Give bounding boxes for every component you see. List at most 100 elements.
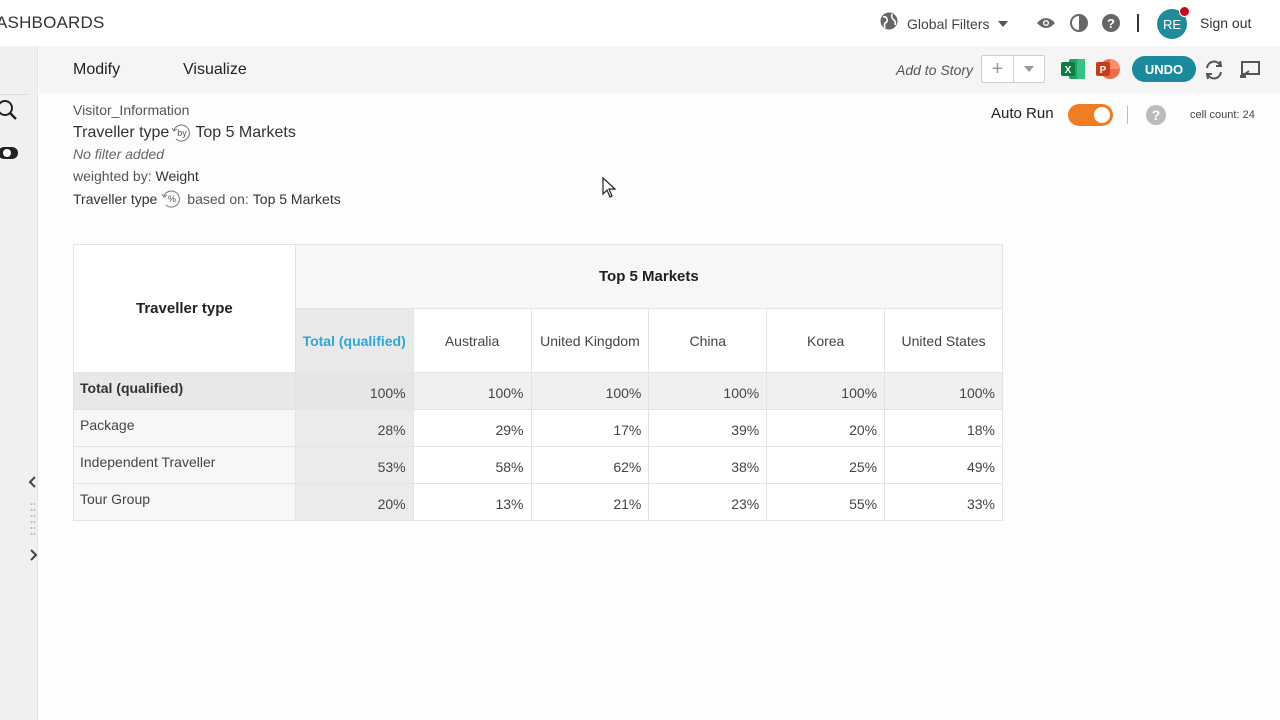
by-icon: by bbox=[171, 122, 193, 144]
analysis-title: Traveller type by Top 5 Markets bbox=[73, 122, 296, 144]
app-title: ASHBOARDS bbox=[0, 13, 105, 32]
svg-text:X: X bbox=[1065, 65, 1072, 76]
cell-count: cell count: 24 bbox=[1190, 109, 1255, 121]
tab-modify[interactable]: Modify bbox=[73, 61, 120, 79]
table-cell: 100% bbox=[294, 372, 414, 410]
table-cell: 18% bbox=[884, 409, 1003, 447]
table-cell: 29% bbox=[412, 409, 532, 447]
weighted-by-label: weighted by: bbox=[73, 168, 152, 184]
controls-divider bbox=[1127, 106, 1128, 124]
dataset-name: Visitor_Information bbox=[73, 102, 190, 118]
weighted-by: weighted by: Weight bbox=[73, 168, 199, 184]
table-cell: 20% bbox=[766, 409, 886, 447]
add-to-story-control: + bbox=[981, 55, 1045, 83]
globe-icon bbox=[879, 11, 899, 36]
row-header[interactable]: Package bbox=[73, 409, 296, 447]
caret-down-icon bbox=[1024, 66, 1034, 72]
percent-icon: % bbox=[161, 188, 183, 210]
presentation-icon[interactable] bbox=[1238, 58, 1262, 82]
filter-status: No filter added bbox=[73, 146, 165, 162]
table-cell: 100% bbox=[412, 372, 532, 410]
sidebar-divider bbox=[0, 94, 28, 95]
help-icon[interactable]: ? bbox=[1101, 13, 1121, 33]
percent-variable: Traveller type bbox=[73, 191, 158, 207]
avatar[interactable]: RE bbox=[1157, 6, 1190, 39]
based-on-label: based on: bbox=[187, 191, 249, 207]
table-cell: 62% bbox=[530, 446, 650, 484]
auto-run-toggle[interactable] bbox=[1068, 104, 1113, 126]
table-cell: 13% bbox=[412, 483, 532, 521]
table-cell: 38% bbox=[648, 446, 768, 484]
caret-down-icon bbox=[997, 15, 1009, 33]
add-to-story-label[interactable]: Add to Story bbox=[896, 62, 973, 78]
column-variable: Top 5 Markets bbox=[195, 124, 296, 141]
weight-name: Weight bbox=[155, 168, 199, 184]
row-header[interactable]: Tour Group bbox=[73, 483, 296, 521]
header-divider bbox=[1137, 14, 1139, 32]
column-header[interactable]: Total (qualified) bbox=[294, 308, 414, 373]
table-cell: 21% bbox=[530, 483, 650, 521]
crosstab-table: Traveller type Top 5 Markets Total (qual… bbox=[73, 244, 1004, 521]
column-group-header: Top 5 Markets bbox=[294, 244, 1004, 309]
column-header[interactable]: Korea bbox=[766, 308, 886, 373]
add-to-story-button[interactable]: + bbox=[982, 56, 1014, 82]
table-row: Independent Traveller 53% 58% 62% 38% 25% 49% bbox=[73, 446, 1003, 484]
table-cell: 100% bbox=[530, 372, 650, 410]
percentage-basis: Traveller type % based on: Top 5 Markets bbox=[73, 188, 341, 210]
row-variable-header: Traveller type bbox=[73, 244, 296, 373]
mouse-cursor-icon bbox=[602, 176, 617, 199]
column-header[interactable]: United States bbox=[884, 308, 1003, 373]
table-cell: 49% bbox=[884, 446, 1003, 484]
global-filters-label: Global Filters bbox=[907, 15, 990, 32]
row-header[interactable]: Total (qualified) bbox=[73, 372, 296, 410]
toolbar: Modify Visualize Add to Story + X P UNDO bbox=[39, 46, 1280, 93]
row-variable: Traveller type bbox=[73, 124, 170, 141]
table-cell: 100% bbox=[648, 372, 768, 410]
table-row: Tour Group 20% 13% 21% 23% 55% 33% bbox=[73, 483, 1003, 521]
table-cell: 33% bbox=[884, 483, 1003, 521]
svg-text:?: ? bbox=[1107, 16, 1115, 31]
table-row: Total (qualified) 100% 100% 100% 100% 100% 100… bbox=[73, 372, 1003, 410]
refresh-icon[interactable] bbox=[1202, 58, 1226, 82]
contrast-icon[interactable] bbox=[1069, 13, 1089, 33]
column-header[interactable]: Australia bbox=[412, 308, 532, 373]
tab-visualize[interactable]: Visualize bbox=[183, 61, 247, 79]
table-cell: 25% bbox=[766, 446, 886, 484]
global-filters-button[interactable]: Global Filters bbox=[879, 11, 1009, 36]
table-cell: 23% bbox=[648, 483, 768, 521]
expand-right-chevron-icon[interactable] bbox=[27, 548, 39, 562]
add-to-story-dropdown[interactable] bbox=[1014, 56, 1044, 82]
svg-text:by: by bbox=[178, 128, 188, 138]
svg-text:%: % bbox=[168, 194, 176, 204]
auto-run-label: Auto Run bbox=[991, 105, 1054, 122]
top-header: ASHBOARDS Global Filters ? RE Sign out bbox=[0, 0, 1280, 46]
table-cell: 39% bbox=[648, 409, 768, 447]
resize-grip-icon[interactable] bbox=[30, 500, 36, 540]
table-cell: 17% bbox=[530, 409, 650, 447]
undo-button[interactable]: UNDO bbox=[1132, 56, 1196, 82]
toggle-knob bbox=[1094, 107, 1110, 123]
help-icon[interactable]: ? bbox=[1145, 104, 1167, 126]
based-on-value: Top 5 Markets bbox=[252, 191, 341, 207]
notification-dot bbox=[1179, 6, 1190, 17]
excel-export-icon[interactable]: X bbox=[1060, 57, 1086, 81]
left-sidebar bbox=[0, 46, 38, 720]
svg-text:P: P bbox=[1100, 65, 1107, 76]
table-cell: 58% bbox=[412, 446, 532, 484]
table-cell: 20% bbox=[294, 483, 414, 521]
powerpoint-export-icon[interactable]: P bbox=[1095, 57, 1121, 81]
sign-out-link[interactable]: Sign out bbox=[1200, 15, 1251, 31]
table-cell: 53% bbox=[294, 446, 414, 484]
table-cell: 100% bbox=[884, 372, 1003, 410]
column-header[interactable]: China bbox=[648, 308, 768, 373]
table-cell: 28% bbox=[294, 409, 414, 447]
search-icon[interactable] bbox=[0, 99, 18, 121]
collapse-left-chevron-icon[interactable] bbox=[27, 475, 39, 489]
toggle-icon[interactable] bbox=[0, 142, 19, 164]
avatar-initials: RE bbox=[1162, 16, 1182, 32]
row-header[interactable]: Independent Traveller bbox=[73, 446, 296, 484]
table-cell: 100% bbox=[766, 372, 886, 410]
column-header[interactable]: United Kingdom bbox=[530, 308, 650, 373]
svg-text:?: ? bbox=[1152, 107, 1161, 123]
eye-icon[interactable] bbox=[1036, 13, 1056, 33]
